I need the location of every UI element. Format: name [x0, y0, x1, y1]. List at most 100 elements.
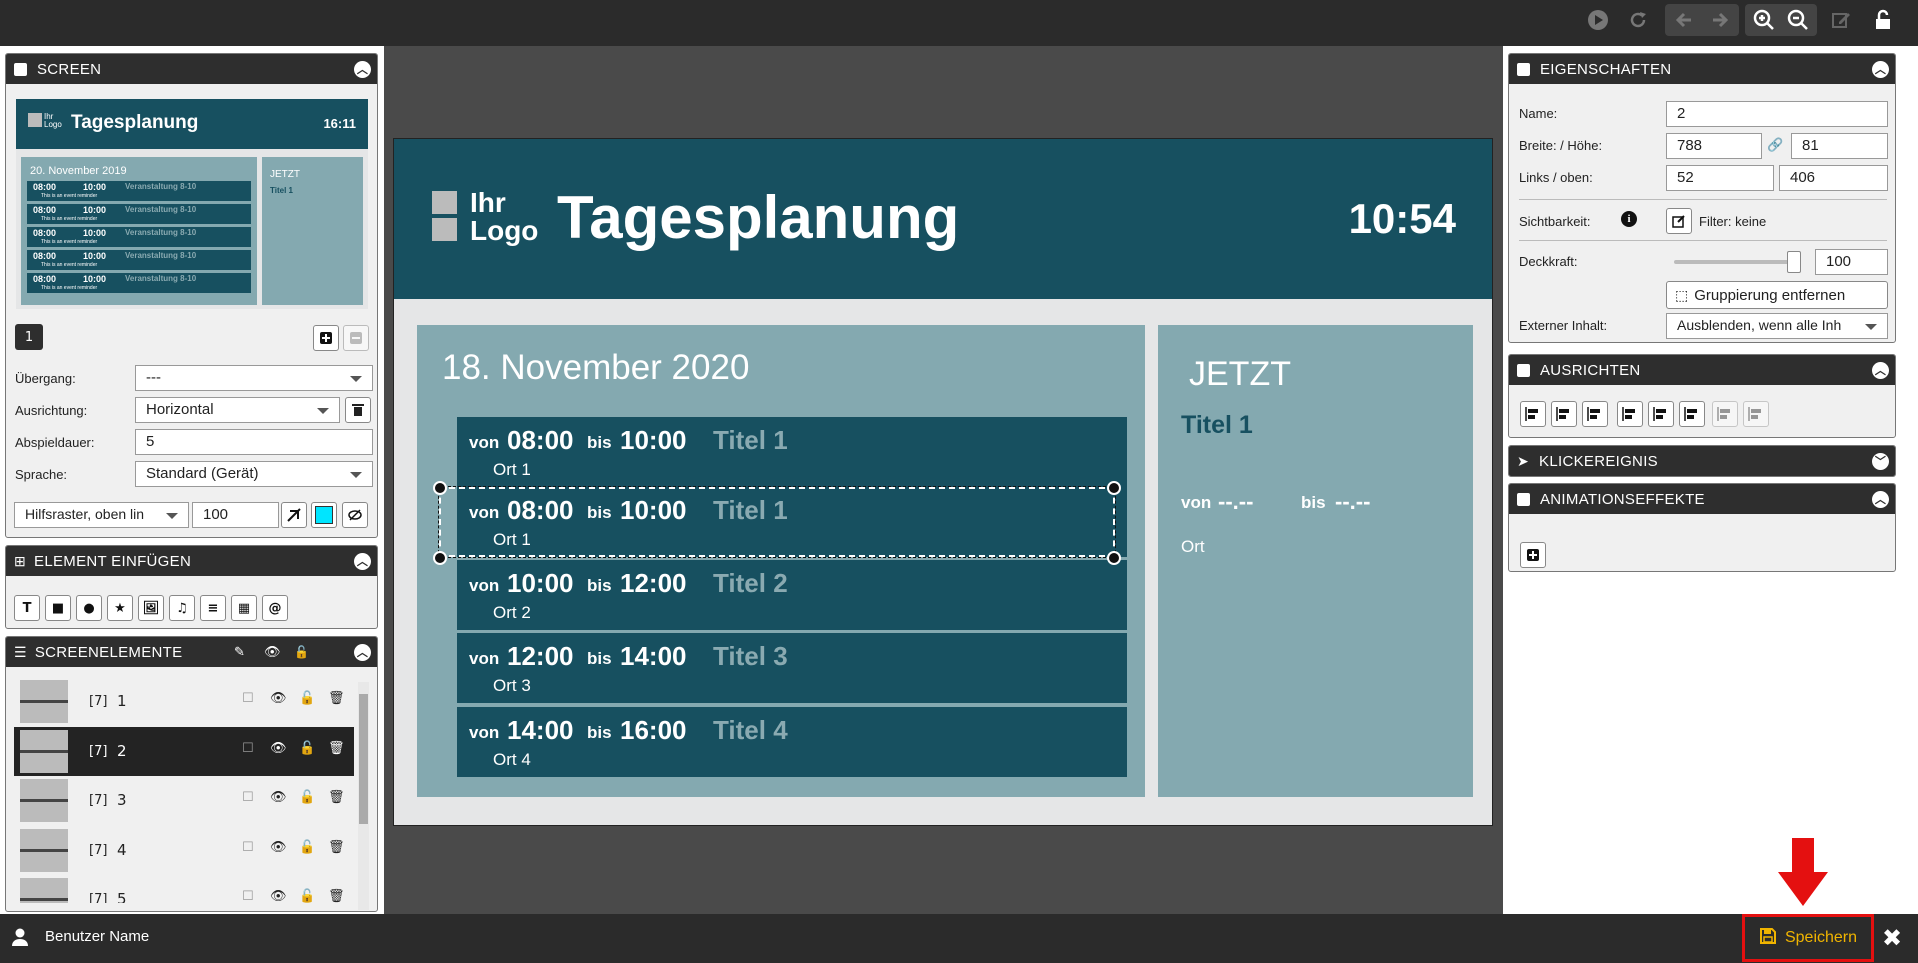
- info-icon[interactable]: i: [1621, 211, 1637, 227]
- trash-icon[interactable]: 🗑: [328, 741, 345, 756]
- now-end[interactable]: --.--: [1335, 489, 1370, 515]
- lock-open-icon[interactable]: 🔓: [299, 741, 315, 756]
- checkbox-icon[interactable]: ☐: [242, 741, 254, 756]
- screen-panel-checkbox[interactable]: [14, 62, 27, 76]
- event-item[interactable]: von 12:00 bis 14:00 Titel 3 Ort 3: [457, 633, 1127, 703]
- now-panel[interactable]: JETZT Titel 1 von --.-- bis --.-- Ort: [1158, 325, 1473, 797]
- screen-element-row[interactable]: [7] 3 ☐ 👁 🔓 🗑: [14, 776, 354, 825]
- refresh-icon[interactable]: [1625, 4, 1651, 36]
- rectangle-tool-icon[interactable]: ■: [45, 595, 71, 621]
- checkbox-icon[interactable]: ☐: [242, 840, 254, 855]
- events-panel[interactable]: 18. November 2020 von 08:00 bis 10:00 Titel …: [417, 325, 1145, 797]
- uebergang-select[interactable]: ---: [135, 365, 373, 391]
- name-input[interactable]: 2: [1666, 101, 1888, 127]
- grid-toggle-icon[interactable]: [281, 502, 307, 528]
- slide-header[interactable]: Ihr Logo Tagesplanung 10:54: [394, 139, 1492, 299]
- chevron-up-icon[interactable]: ︿: [1872, 60, 1889, 78]
- now-start[interactable]: --.--: [1218, 489, 1253, 515]
- database-tool-icon[interactable]: ≡: [200, 595, 226, 621]
- distribute-h-icon[interactable]: [1712, 401, 1738, 427]
- grid-color-swatch[interactable]: [311, 502, 337, 528]
- animation-panel-header[interactable]: ANIMATIONSEFFEKTE ︿: [1509, 484, 1895, 514]
- user-name[interactable]: Benutzer Name: [45, 928, 149, 945]
- screen-element-row[interactable]: [7] 5 ☐ 👁 🔓 🗑: [14, 875, 354, 903]
- screen-element-row[interactable]: [7] 2 ☐ 👁 🔓 🗑: [14, 726, 354, 776]
- elements-panel-header[interactable]: ☰ SCREENELEMENTE ✎ 👁 🔓 ︿: [6, 637, 377, 667]
- click-panel-header[interactable]: ➤ KLICKEREIGNIS ﹀: [1509, 446, 1895, 476]
- opacity-input[interactable]: 100: [1815, 249, 1888, 275]
- eye-icon[interactable]: 👁: [270, 889, 287, 903]
- arrow-right-icon[interactable]: [1705, 4, 1735, 36]
- resize-handle-tr[interactable]: [1107, 481, 1121, 495]
- events-date[interactable]: 18. November 2020: [442, 348, 749, 388]
- circle-tool-icon[interactable]: ●: [76, 595, 102, 621]
- arrow-left-icon[interactable]: [1669, 4, 1699, 36]
- filter-edit-button[interactable]: [1666, 208, 1692, 234]
- eye-icon[interactable]: 👁: [270, 691, 287, 706]
- event-item[interactable]: von 14:00 bis 16:00 Titel 4 Ort 4: [457, 707, 1127, 777]
- text-tool-icon[interactable]: T: [14, 595, 40, 621]
- eye-icon[interactable]: 👁: [270, 790, 287, 805]
- chevron-up-icon[interactable]: ︿: [1872, 361, 1889, 379]
- external-select[interactable]: Ausblenden, wenn alle Inh: [1666, 313, 1888, 339]
- eye-icon[interactable]: 👁: [270, 840, 287, 855]
- add-animation-button[interactable]: [1520, 542, 1546, 568]
- slide-canvas[interactable]: Ihr Logo Tagesplanung 10:54 18. November…: [393, 138, 1493, 826]
- image-tool-icon[interactable]: 🖼: [138, 595, 164, 621]
- now-title[interactable]: Titel 1: [1181, 411, 1253, 440]
- sprache-select[interactable]: Standard (Gerät): [135, 461, 373, 487]
- animation-panel-checkbox[interactable]: [1517, 492, 1530, 506]
- link-icon[interactable]: 🔗: [1767, 138, 1783, 153]
- align-left-icon[interactable]: [1520, 401, 1546, 427]
- chevron-up-icon[interactable]: ︿: [1872, 490, 1889, 508]
- lock-icon[interactable]: [1870, 4, 1896, 36]
- audio-tool-icon[interactable]: ♫: [169, 595, 195, 621]
- align-panel-checkbox[interactable]: [1517, 363, 1530, 377]
- width-input[interactable]: 788: [1666, 133, 1762, 159]
- eye-icon[interactable]: 👁: [270, 741, 287, 756]
- screen-element-row[interactable]: [7] 1 ☐ 👁 🔓 🗑: [14, 677, 354, 726]
- zoom-in-icon[interactable]: [1749, 4, 1779, 36]
- close-icon[interactable]: ✖: [1882, 924, 1902, 952]
- screen-panel-header[interactable]: SCREEN ︿: [6, 54, 377, 84]
- chevron-up-icon[interactable]: ︿: [354, 643, 371, 661]
- checkbox-icon[interactable]: ☐: [242, 691, 254, 706]
- page-number-badge[interactable]: 1: [15, 324, 43, 350]
- ausrichtung-select[interactable]: Horizontal: [135, 397, 340, 423]
- now-ort[interactable]: Ort: [1181, 537, 1205, 557]
- lock-open-icon[interactable]: 🔓: [299, 790, 315, 805]
- edit-all-icon[interactable]: ✎: [234, 644, 245, 660]
- play-icon[interactable]: [1585, 4, 1611, 36]
- resize-handle-bl[interactable]: [433, 551, 447, 565]
- checkbox-icon[interactable]: ☐: [242, 889, 254, 903]
- selection-frame[interactable]: [438, 486, 1116, 558]
- align-center-h-icon[interactable]: [1551, 401, 1577, 427]
- star-tool-icon[interactable]: ★: [107, 595, 133, 621]
- abspieldauer-input[interactable]: 5: [135, 429, 373, 455]
- opacity-slider-thumb[interactable]: [1787, 251, 1801, 273]
- ungroup-button[interactable]: ⬚ Gruppierung entfernen: [1666, 281, 1888, 309]
- distribute-v-icon[interactable]: [1743, 401, 1769, 427]
- opacity-slider[interactable]: [1674, 251, 1801, 273]
- save-button[interactable]: Speichern: [1742, 914, 1874, 962]
- align-right-icon[interactable]: [1582, 401, 1608, 427]
- trash-icon[interactable]: [345, 397, 371, 423]
- lock-open-icon[interactable]: 🔓: [299, 840, 315, 855]
- align-middle-v-icon[interactable]: [1648, 401, 1674, 427]
- chevron-up-icon[interactable]: ︿: [354, 60, 371, 78]
- align-top-icon[interactable]: [1617, 401, 1643, 427]
- elements-scrollbar[interactable]: [358, 682, 369, 910]
- screen-element-row[interactable]: [7] 4 ☐ 👁 🔓 🗑: [14, 826, 354, 875]
- slide-clock[interactable]: 10:54: [1349, 195, 1456, 243]
- lock-open-icon[interactable]: 🔓: [299, 889, 315, 903]
- eye-all-icon[interactable]: 👁: [264, 644, 281, 660]
- screen-preview[interactable]: Ihr Logo Tagesplanung 16:11 20. November…: [16, 99, 368, 309]
- add-page-button[interactable]: [313, 325, 339, 351]
- chevron-down-icon[interactable]: ﹀: [1872, 452, 1889, 470]
- height-input[interactable]: 81: [1791, 133, 1888, 159]
- properties-panel-checkbox[interactable]: [1517, 62, 1530, 76]
- qr-tool-icon[interactable]: ▦: [231, 595, 257, 621]
- trash-icon[interactable]: 🗑: [328, 790, 345, 805]
- checkbox-icon[interactable]: ☐: [242, 790, 254, 805]
- edit-icon[interactable]: [1828, 4, 1854, 36]
